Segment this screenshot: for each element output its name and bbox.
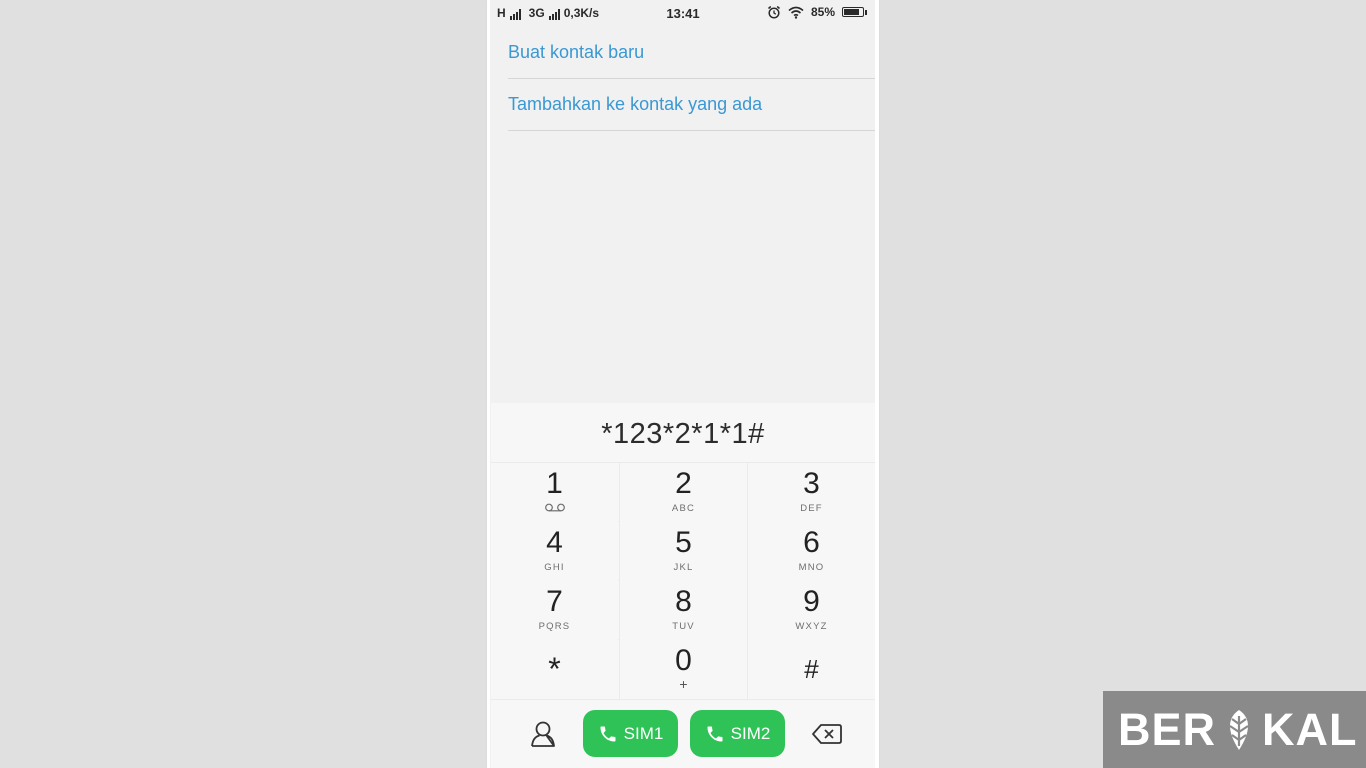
key-digit: 1 xyxy=(546,467,563,500)
screen-edge-right xyxy=(875,0,879,768)
key-letters: JKL xyxy=(673,562,694,573)
contacts-icon[interactable] xyxy=(527,718,559,750)
add-to-existing-contact-label: Tambahkan ke kontak yang ada xyxy=(508,94,763,114)
sim1-call-button[interactable]: SIM1 xyxy=(583,710,678,757)
sim1-label: SIM1 xyxy=(623,723,664,743)
key-5[interactable]: 5 JKL xyxy=(620,522,747,581)
dialer-panel: *123*2*1*1# 1 2 ABC 3 DEF 4 GHI 5 JKL 6 … xyxy=(491,403,875,768)
key-digit: 8 xyxy=(675,585,692,618)
key-letters: GHI xyxy=(544,562,565,573)
screen-edge-left xyxy=(487,0,490,768)
key-digit: # xyxy=(804,654,819,684)
sim2-call-button[interactable]: SIM2 xyxy=(690,710,785,757)
dialer-actions: SIM1 SIM2 xyxy=(491,710,875,758)
leaf-logo-icon xyxy=(1229,710,1249,750)
key-2[interactable]: 2 ABC xyxy=(620,463,747,522)
key-letters: DEF xyxy=(800,503,823,514)
create-new-contact-label: Buat kontak baru xyxy=(508,42,645,62)
create-new-contact-option[interactable]: Buat kontak baru xyxy=(508,26,875,79)
battery-icon xyxy=(842,7,867,17)
key-8[interactable]: 8 TUV xyxy=(620,581,747,640)
key-9[interactable]: 9 WXYZ xyxy=(748,581,875,640)
key-digit: 3 xyxy=(803,467,820,500)
key-plus: + xyxy=(679,676,688,692)
key-letters: ABC xyxy=(671,503,696,514)
divider xyxy=(491,699,875,700)
phone-icon xyxy=(707,726,723,741)
key-digit: 5 xyxy=(675,526,692,559)
key-digit: 0 xyxy=(675,644,692,677)
key-digit: 2 xyxy=(675,467,692,500)
key-digit: 4 xyxy=(546,526,563,559)
key-1[interactable]: 1 xyxy=(491,463,618,522)
key-letters: WXYZ xyxy=(795,621,828,632)
key-0[interactable]: 0 + xyxy=(620,640,747,699)
key-7[interactable]: 7 PQRS xyxy=(491,581,618,640)
phone-icon xyxy=(600,726,616,741)
phone-screen: H 3G 0,3K/s 13:41 85% Buat kontak baru T… xyxy=(487,0,879,768)
battery-percent: 85% xyxy=(810,5,835,19)
key-star[interactable]: * xyxy=(491,640,618,699)
key-digit: 9 xyxy=(803,585,820,618)
watermark-text-end: KAL xyxy=(1262,704,1358,755)
backspace-icon[interactable] xyxy=(811,722,843,746)
key-4[interactable]: 4 GHI xyxy=(491,522,618,581)
watermark-logo: BER KAL xyxy=(1103,691,1366,768)
key-letters: MNO xyxy=(798,562,825,573)
watermark-text-start: BER xyxy=(1118,704,1217,755)
alarm-icon xyxy=(767,5,780,19)
status-right: 85% xyxy=(767,5,867,19)
key-digit: 6 xyxy=(803,526,820,559)
dialed-number[interactable]: *123*2*1*1# xyxy=(491,411,875,457)
add-to-existing-contact-option[interactable]: Tambahkan ke kontak yang ada xyxy=(508,78,875,131)
key-letters: TUV xyxy=(672,621,695,632)
key-3[interactable]: 3 DEF xyxy=(748,463,875,522)
key-6[interactable]: 6 MNO xyxy=(748,522,875,581)
sim2-label: SIM2 xyxy=(730,723,771,743)
key-letters: PQRS xyxy=(538,621,571,632)
key-hash[interactable]: # xyxy=(748,640,875,699)
key-digit: 7 xyxy=(546,585,563,618)
status-bar: H 3G 0,3K/s 13:41 85% xyxy=(487,0,879,26)
watermark-text: BER KAL xyxy=(1118,705,1358,755)
key-digit: * xyxy=(548,651,561,687)
voicemail-icon xyxy=(544,503,565,512)
wifi-icon xyxy=(788,6,804,19)
